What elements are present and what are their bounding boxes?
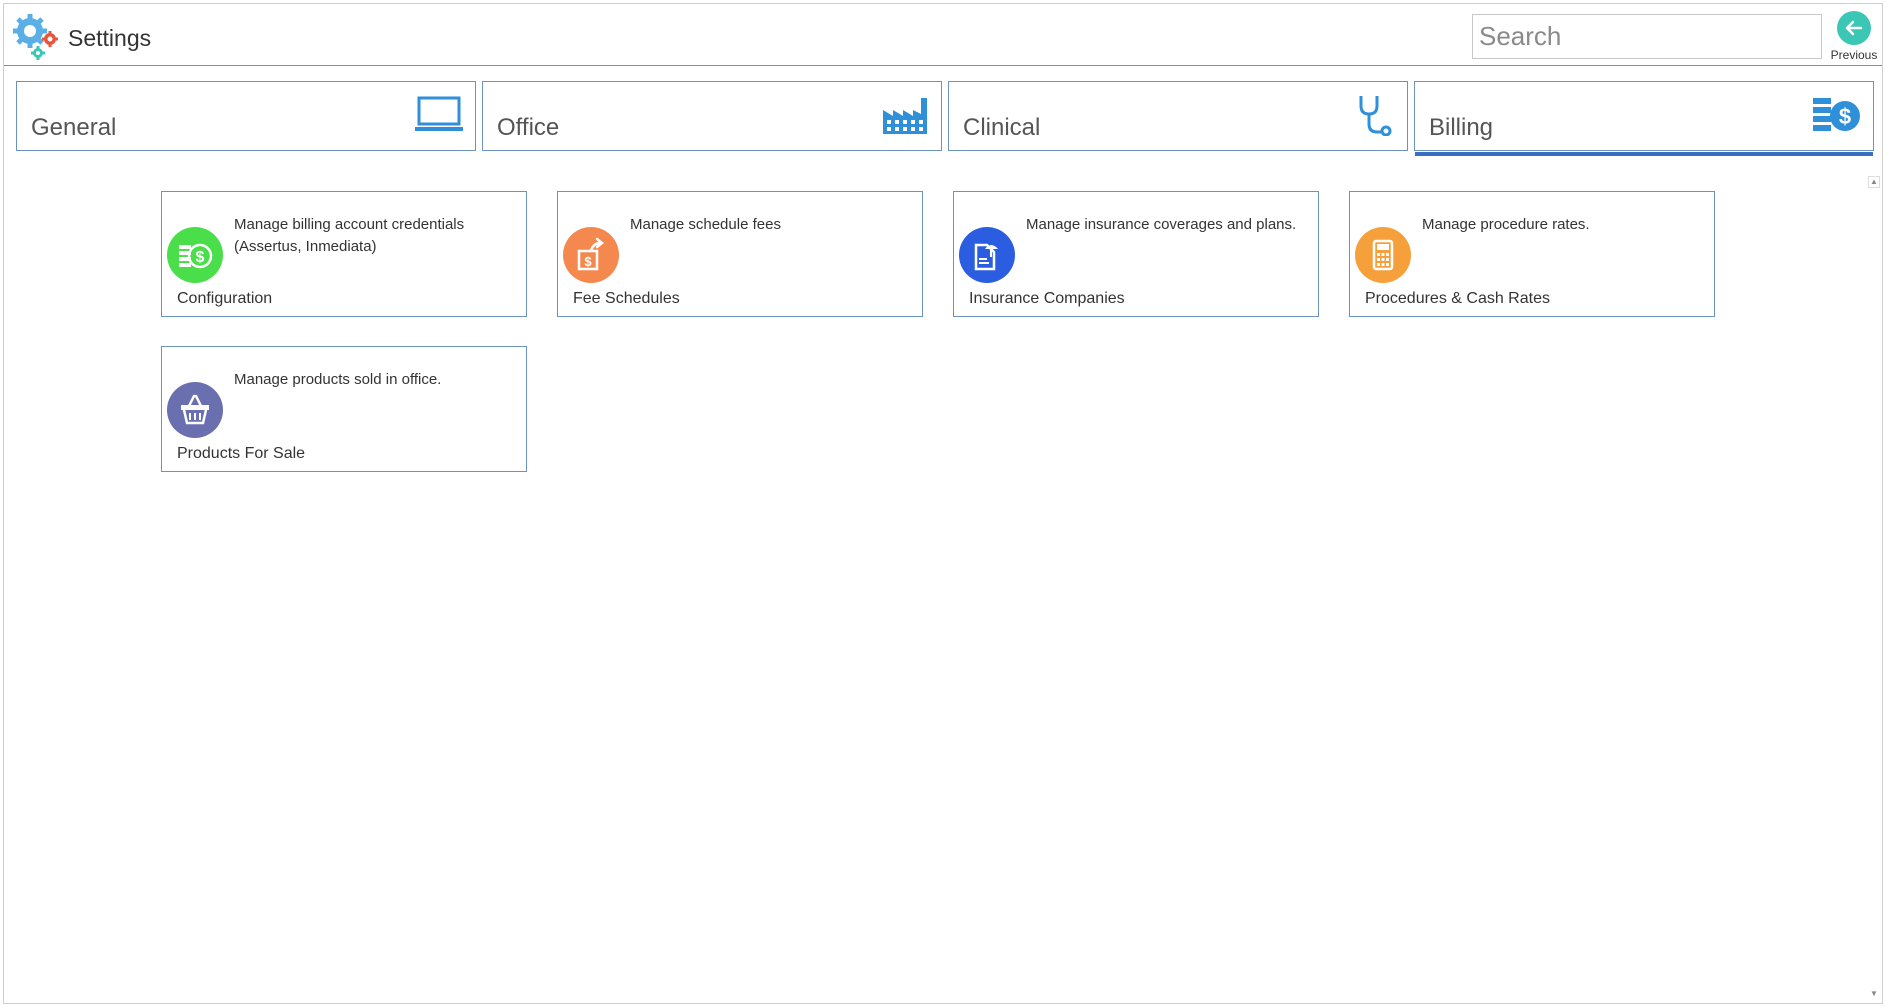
svg-text:$: $ <box>196 249 205 266</box>
arrow-left-icon <box>1837 11 1871 45</box>
svg-text:$: $ <box>584 254 592 269</box>
tab-label: Office <box>497 114 560 141</box>
header-bar: Settings Previous <box>4 4 1882 66</box>
calculator-icon <box>1355 227 1411 283</box>
card-description: Manage billing account credentials (Asse… <box>234 216 465 255</box>
insurance-document-icon <box>959 227 1015 283</box>
card-title: Procedures & Cash Rates <box>1365 290 1550 307</box>
tab-general[interactable]: General <box>16 81 476 151</box>
monitor-icon <box>415 96 463 131</box>
basket-icon <box>167 382 223 438</box>
card-title: Fee Schedules <box>573 290 680 307</box>
svg-text:$: $ <box>1839 104 1851 129</box>
tab-label: Clinical <box>963 114 1041 141</box>
tab-active-indicator <box>1415 152 1873 156</box>
card-title: Insurance Companies <box>969 290 1125 307</box>
search-input[interactable] <box>1472 14 1822 59</box>
card-procedures-cash-rates[interactable]: Manage procedure rates. Procedures & Cas… <box>1349 191 1715 317</box>
card-title: Products For Sale <box>177 445 306 462</box>
billing-config-icon: $ <box>167 227 223 283</box>
card-fee-schedules[interactable]: $ Manage schedule fees Fee Schedules <box>557 191 923 317</box>
card-description: Manage products sold in office. <box>234 371 442 388</box>
factory-icon <box>883 98 927 134</box>
previous-button[interactable]: Previous <box>1826 8 1882 64</box>
previous-label: Previous <box>1830 48 1878 62</box>
card-description: Manage insurance coverages and plans. <box>1026 216 1297 233</box>
settings-gears-icon <box>13 14 58 60</box>
settings-window: Settings Previous General Office <box>3 3 1883 1004</box>
page-title: Settings <box>68 25 152 51</box>
scroll-down-arrow[interactable]: ▼ <box>1868 989 1880 1001</box>
billing-dollar-icon: $ <box>1813 98 1860 131</box>
tab-billing[interactable]: Billing $ <box>1414 81 1874 156</box>
tab-office[interactable]: Office <box>482 81 942 151</box>
tab-label: General <box>31 114 117 141</box>
card-title: Configuration <box>177 290 273 307</box>
card-insurance-companies[interactable]: Manage insurance coverages and plans. In… <box>953 191 1319 317</box>
fee-schedule-icon: $ <box>563 227 619 283</box>
stethoscope-icon <box>1359 96 1392 136</box>
card-configuration[interactable]: $ Manage billing account credentials (As… <box>161 191 527 317</box>
tab-clinical[interactable]: Clinical <box>948 81 1408 151</box>
tab-label: Billing <box>1429 114 1494 141</box>
card-description: Manage procedure rates. <box>1422 216 1590 233</box>
card-description: Manage schedule fees <box>630 216 781 233</box>
card-products-for-sale[interactable]: Manage products sold in office. Products… <box>161 346 527 472</box>
scroll-up-arrow[interactable]: ▲ <box>1868 176 1880 188</box>
